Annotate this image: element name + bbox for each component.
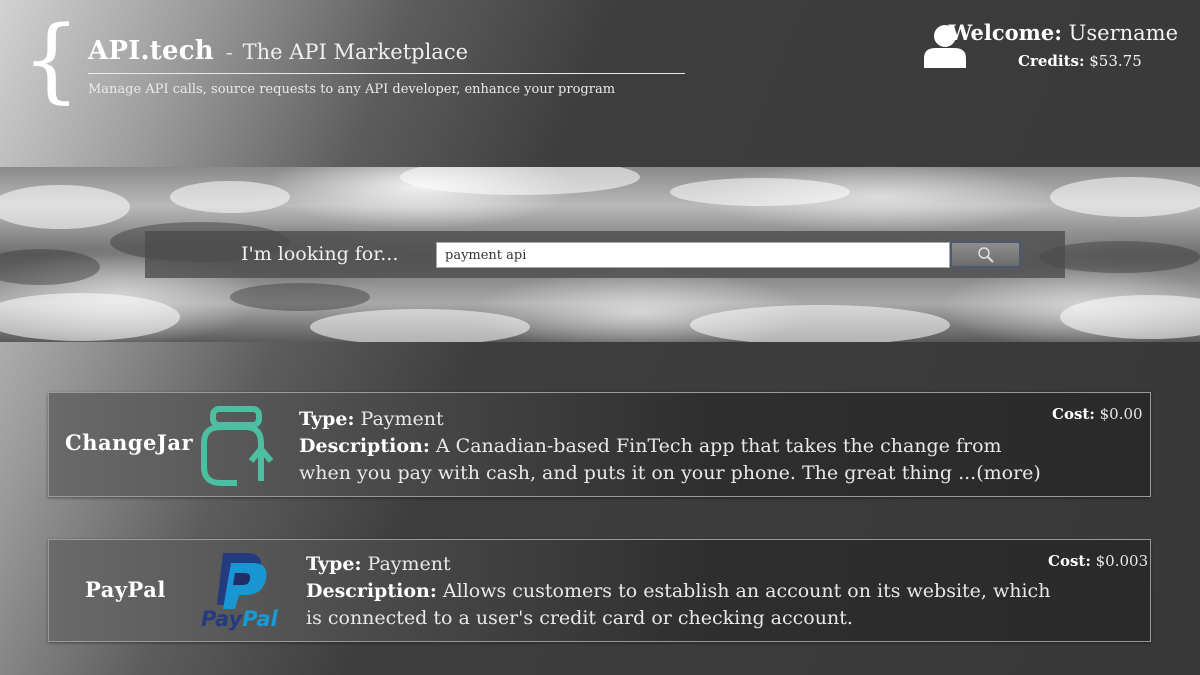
search-icon <box>978 247 994 263</box>
result-cost: Cost: $0.003 <box>1048 552 1148 570</box>
paypal-logo-icon: PayPal <box>199 549 283 633</box>
changejar-jar-icon <box>201 406 274 486</box>
welcome-label: Welcome: <box>948 20 1062 45</box>
paypal-wordmark: PayPal <box>201 607 278 631</box>
brace-logo-icon: { <box>22 6 81 113</box>
brand-tagline: The API Marketplace <box>242 40 469 64</box>
result-card[interactable]: ChangeJar Type: Payment Description: A C… <box>48 392 1151 497</box>
cost-label: Cost: <box>1052 405 1095 423</box>
cost-value: $0.00 <box>1099 405 1143 423</box>
username[interactable]: Username <box>1069 21 1178 45</box>
result-description: Description: Allows customers to establi… <box>306 578 1066 632</box>
type-value: Payment <box>360 408 444 430</box>
brand-name[interactable]: API.tech <box>88 36 214 66</box>
cloud-banner: I'm looking for... <box>0 167 1200 342</box>
result-details: Type: Payment Description: A Canadian-ba… <box>299 406 1059 487</box>
brand-header: API.tech - The API Marketplace <box>88 36 685 74</box>
search-bar: I'm looking for... <box>145 231 1065 278</box>
paypal-p-icon <box>217 553 267 609</box>
cost-label: Cost: <box>1048 552 1091 570</box>
description-label: Description: <box>299 435 430 457</box>
credits-display: Credits: $53.75 <box>1018 52 1142 70</box>
type-value: Payment <box>367 553 451 575</box>
site-subtitle: Manage API calls, source requests to any… <box>88 82 616 97</box>
result-details: Type: Payment Description: Allows custom… <box>306 551 1066 632</box>
type-label: Type: <box>299 408 355 430</box>
result-card[interactable]: PayPal PayPal Type: Payment Description:… <box>48 539 1151 642</box>
result-type: Type: Payment <box>306 551 1066 578</box>
result-name[interactable]: ChangeJar <box>65 430 193 455</box>
credits-value: $53.75 <box>1089 52 1142 70</box>
result-type: Type: Payment <box>299 406 1059 433</box>
welcome-text: Welcome: Username <box>949 20 1178 45</box>
result-description: Description: A Canadian-based FinTech ap… <box>299 433 1059 487</box>
result-cost: Cost: $0.00 <box>1052 405 1143 423</box>
cost-value: $0.003 <box>1095 552 1149 570</box>
credits-label: Credits: <box>1018 52 1085 70</box>
search-button[interactable] <box>950 241 1021 268</box>
type-label: Type: <box>306 553 362 575</box>
result-name[interactable]: PayPal <box>85 577 166 602</box>
brand-separator: - <box>225 40 233 64</box>
description-label: Description: <box>306 580 437 602</box>
more-link[interactable]: (more) <box>976 462 1041 484</box>
search-label: I'm looking for... <box>241 243 399 265</box>
search-input[interactable] <box>436 242 950 268</box>
